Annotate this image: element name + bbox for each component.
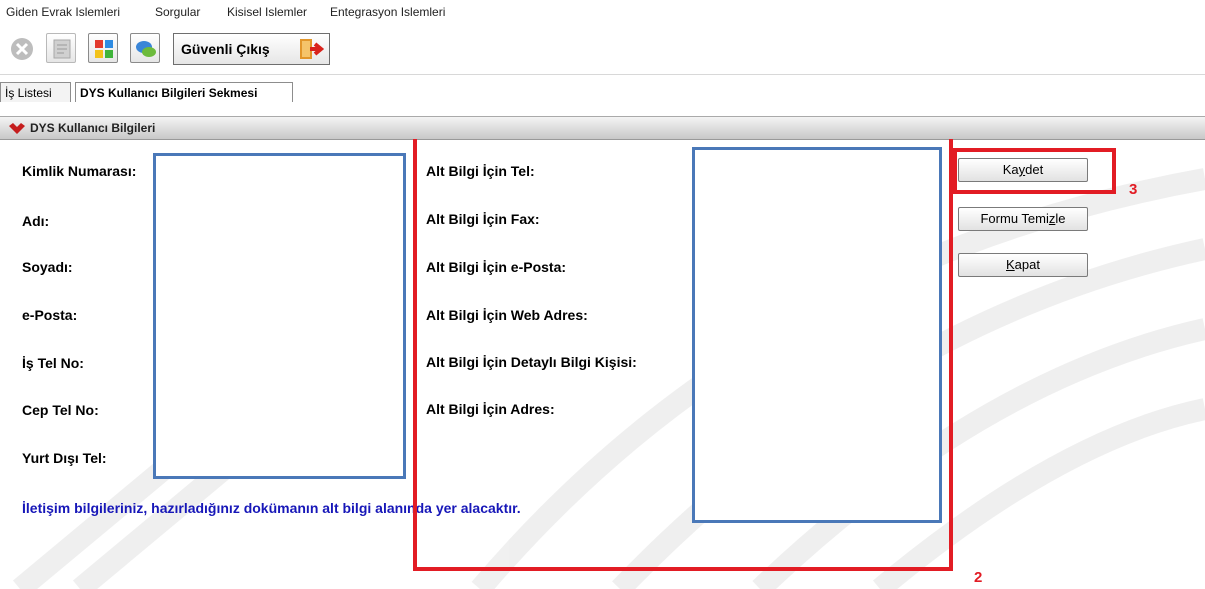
clear-label-post: le — [1055, 211, 1066, 226]
tab-label: İş Listesi — [5, 86, 52, 100]
tab-bar: İş Listesi DYS Kullanıcı Bilgileri Sekme… — [0, 80, 1205, 102]
panel-header: DYS Kullanıcı Bilgileri — [0, 116, 1205, 140]
safe-exit-label: Güvenli Çıkış — [181, 41, 270, 57]
label-yurt-disi-tel: Yurt Dışı Tel: — [22, 450, 107, 466]
label-adi: Adı: — [22, 213, 50, 229]
annotation-box-2 — [413, 139, 953, 571]
document-icon — [53, 39, 71, 59]
tab-label: DYS Kullanıcı Bilgileri Sekmesi — [80, 86, 258, 100]
chat-button[interactable] — [130, 33, 160, 63]
menu-bar: Giden Evrak Islemleri Sorgular Kisisel I… — [0, 0, 1205, 24]
label-is-tel: İş Tel No: — [22, 355, 84, 371]
safe-exit-button[interactable]: Güvenli Çıkış — [173, 33, 330, 65]
label-cep-tel: Cep Tel No: — [22, 402, 99, 418]
close-button[interactable]: Kapat — [958, 253, 1088, 277]
menu-kisisel[interactable]: Kisisel Islemler — [227, 5, 307, 19]
tab-is-listesi[interactable]: İş Listesi — [0, 82, 71, 102]
clear-label-pre: Formu Temi — [980, 211, 1049, 226]
color-grid-icon — [95, 40, 113, 58]
label-eposta: e-Posta: — [22, 307, 78, 323]
menu-entegrasyon[interactable]: Entegrasyon Islemleri — [330, 5, 445, 19]
annotation-box-3 — [953, 148, 1116, 194]
form-area: Kimlik Numarası: Adı: Soyadı: e-Posta: İ… — [0, 139, 1205, 589]
clear-form-button[interactable]: Formu Temizle — [958, 207, 1088, 231]
color-grid-button[interactable] — [88, 33, 118, 63]
menu-giden-evrak[interactable]: Giden Evrak Islemleri — [6, 5, 120, 19]
label-soyadi: Soyadı: — [22, 259, 73, 275]
chat-icon — [136, 41, 156, 57]
panel-title: DYS Kullanıcı Bilgileri — [30, 121, 156, 135]
label-kimlik: Kimlik Numarası: — [22, 163, 137, 179]
close-label-mnemonic: K — [1006, 257, 1015, 272]
tab-dys-kullanici[interactable]: DYS Kullanıcı Bilgileri Sekmesi — [75, 82, 293, 102]
personal-fields-box[interactable] — [153, 153, 406, 479]
exit-door-icon — [300, 39, 324, 59]
document-button[interactable] — [46, 33, 76, 63]
panel-logo-icon — [9, 123, 25, 134]
annotation-number-2: 2 — [974, 569, 983, 586]
stop-icon — [11, 38, 33, 60]
menu-sorgular[interactable]: Sorgular — [155, 5, 200, 19]
annotation-number-3: 3 — [1129, 181, 1138, 198]
stop-button[interactable] — [6, 33, 36, 63]
close-label-post: apat — [1014, 257, 1040, 272]
